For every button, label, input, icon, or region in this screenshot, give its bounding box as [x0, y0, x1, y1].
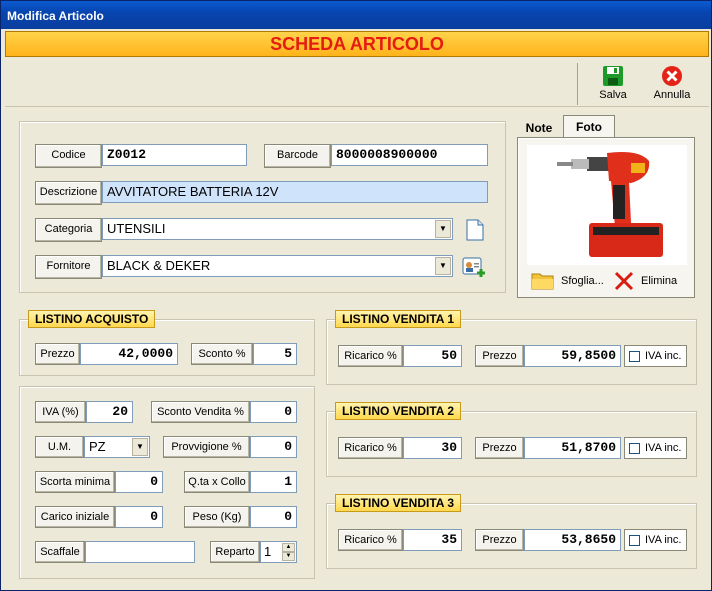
- chevron-down-icon[interactable]: ▼: [435, 257, 451, 275]
- tab-foto[interactable]: Foto: [563, 115, 615, 137]
- department-label: Reparto: [210, 541, 260, 563]
- toolbar-separator: [577, 63, 578, 105]
- checkbox-icon: [629, 351, 640, 362]
- weight-field[interactable]: 0: [250, 506, 297, 528]
- delete-button[interactable]: Elimina: [613, 271, 681, 291]
- um-value: PZ: [89, 439, 106, 454]
- sales-group-3-title: LISTINO VENDITA 3: [335, 494, 462, 512]
- commission-field[interactable]: 0: [250, 436, 297, 458]
- add-contact-icon[interactable]: [462, 255, 488, 279]
- sales-group-1-title: LISTINO VENDITA 1: [335, 310, 462, 328]
- sales-1-vat-inc-checkbox[interactable]: IVA inc.: [624, 345, 687, 367]
- vat-label: IVA (%): [35, 401, 86, 423]
- purchase-price-label: Prezzo: [35, 343, 80, 365]
- cancel-button[interactable]: Annulla: [640, 61, 704, 107]
- save-button[interactable]: Salva: [581, 61, 645, 107]
- barcode-field[interactable]: 8000008900000: [331, 144, 488, 166]
- checkbox-icon: [629, 535, 640, 546]
- save-icon: [603, 66, 623, 86]
- cancel-icon: [662, 66, 682, 86]
- toolbar: Salva Annulla: [5, 59, 709, 107]
- product-photo: [527, 145, 687, 265]
- sales-2-price-label: Prezzo: [475, 437, 524, 459]
- window-title: Modifica Articolo: [1, 1, 711, 29]
- browse-button[interactable]: Sfoglia...: [531, 271, 607, 291]
- shelf-label: Scaffale: [35, 541, 85, 563]
- sales-3-vat-inc-checkbox[interactable]: IVA inc.: [624, 529, 687, 551]
- chevron-down-icon[interactable]: ▼: [132, 438, 148, 456]
- cancel-label: Annulla: [653, 89, 691, 101]
- drill-image: [557, 152, 663, 257]
- sales-1-vat-inc-label: IVA inc.: [645, 350, 682, 362]
- sales-3-markup-field[interactable]: 35: [403, 529, 462, 551]
- category-value: UTENSILI: [107, 221, 166, 236]
- chevron-down-icon[interactable]: ▼: [435, 220, 451, 238]
- spin-down-icon[interactable]: ▼: [282, 552, 295, 561]
- sale-discount-label: Sconto Vendita %: [151, 401, 250, 423]
- department-spinner[interactable]: 1 ▲ ▼: [260, 541, 297, 563]
- purchase-discount-field[interactable]: 5: [253, 343, 297, 365]
- sales-2-vat-inc-checkbox[interactable]: IVA inc.: [624, 437, 687, 459]
- article-window: Modifica Articolo SCHEDA ARTICOLO Salva …: [0, 0, 712, 591]
- supplier-select[interactable]: BLACK & DEKER ▼: [102, 255, 453, 277]
- shelf-field[interactable]: [85, 541, 195, 563]
- save-label: Salva: [599, 89, 627, 101]
- sales-1-price-field[interactable]: 59,8500: [524, 345, 621, 367]
- min-stock-label: Scorta minima: [35, 471, 115, 493]
- initial-load-field[interactable]: 0: [115, 506, 163, 528]
- sales-2-markup-label: Ricarico %: [338, 437, 403, 459]
- barcode-label: Barcode: [264, 144, 331, 168]
- weight-label: Peso (Kg): [184, 506, 250, 528]
- um-label: U.M.: [35, 436, 84, 458]
- description-label: Descrizione: [35, 181, 102, 205]
- commission-label: Provvigione %: [163, 436, 250, 458]
- sales-3-markup-label: Ricarico %: [338, 529, 403, 551]
- delete-label: Elimina: [641, 275, 678, 287]
- qty-pack-label: Q.ta x Collo: [184, 471, 250, 493]
- sales-1-markup-label: Ricarico %: [338, 345, 403, 367]
- min-stock-field[interactable]: 0: [115, 471, 163, 493]
- purchase-price-field[interactable]: 42,0000: [80, 343, 178, 365]
- qty-pack-field[interactable]: 1: [250, 471, 297, 493]
- sales-group-2-title: LISTINO VENDITA 2: [335, 402, 462, 420]
- sales-1-markup-field[interactable]: 50: [403, 345, 462, 367]
- department-value: 1: [264, 544, 272, 559]
- sales-2-vat-inc-label: IVA inc.: [645, 442, 682, 454]
- checkbox-icon: [629, 443, 640, 454]
- sales-2-markup-field[interactable]: 30: [403, 437, 462, 459]
- initial-load-label: Carico iniziale: [35, 506, 115, 528]
- sales-3-price-label: Prezzo: [475, 529, 524, 551]
- page-banner: SCHEDA ARTICOLO: [5, 31, 709, 57]
- sales-2-price-field[interactable]: 51,8700: [524, 437, 621, 459]
- browse-label: Sfoglia...: [561, 275, 604, 287]
- category-label: Categoria: [35, 218, 102, 242]
- supplier-value: BLACK & DEKER: [107, 258, 211, 273]
- sales-3-price-field[interactable]: 53,8650: [524, 529, 621, 551]
- purchase-group-title: LISTINO ACQUISTO: [28, 310, 156, 328]
- sales-3-vat-inc-label: IVA inc.: [645, 534, 682, 546]
- category-select[interactable]: UTENSILI ▼: [102, 218, 453, 240]
- supplier-label: Fornitore: [35, 255, 102, 279]
- description-field[interactable]: AVVITATORE BATTERIA 12V: [102, 181, 488, 203]
- code-label: Codice: [35, 144, 102, 168]
- spin-up-icon[interactable]: ▲: [282, 543, 295, 552]
- tab-note[interactable]: Note: [517, 118, 561, 138]
- purchase-discount-label: Sconto %: [191, 343, 253, 365]
- sales-1-price-label: Prezzo: [475, 345, 524, 367]
- um-select[interactable]: PZ ▼: [84, 436, 150, 458]
- vat-field[interactable]: 20: [86, 401, 133, 423]
- new-document-icon[interactable]: [465, 219, 485, 241]
- code-field[interactable]: Z0012: [102, 144, 247, 166]
- sale-discount-field[interactable]: 0: [250, 401, 297, 423]
